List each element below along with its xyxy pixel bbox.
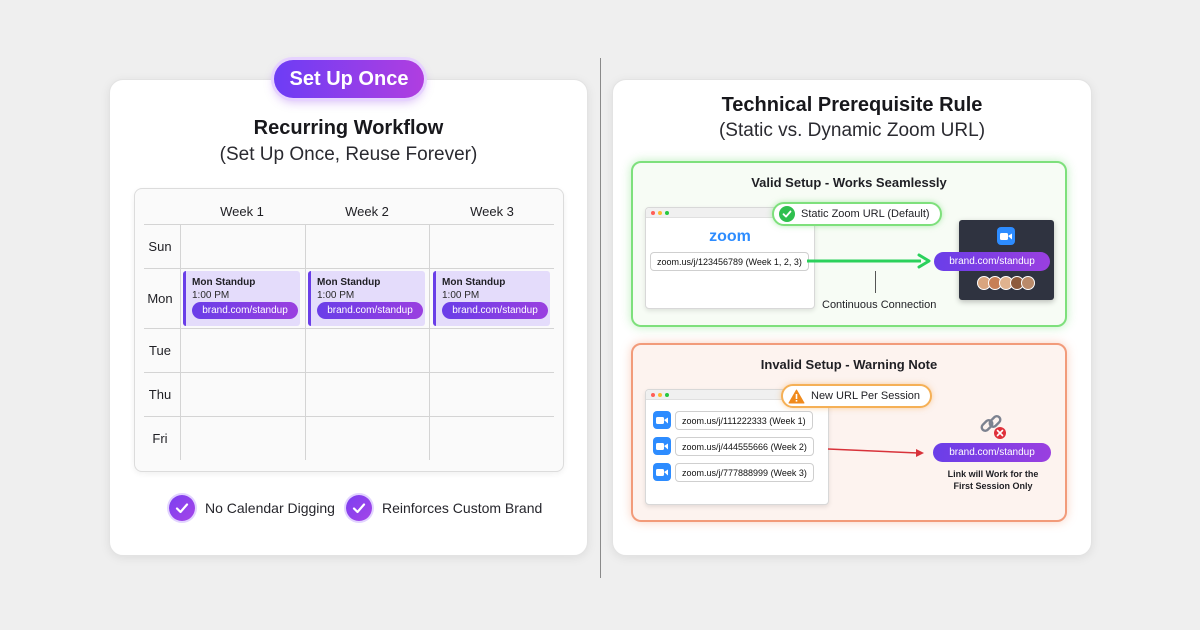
broken-link-icon <box>978 413 1008 446</box>
grid-line <box>144 328 554 329</box>
broken-arrow <box>827 448 924 457</box>
grid-line <box>429 224 430 460</box>
invalid-setup-title: Invalid Setup - Warning Note <box>760 357 938 372</box>
check-icon <box>346 495 372 521</box>
week-header-3: Week 3 <box>470 204 514 219</box>
grid-line <box>144 268 554 269</box>
event-title: Mon Standup <box>192 277 256 288</box>
dynamic-zoom-url-3[interactable]: zoom.us/j/777888999 (Week 3) <box>675 463 814 482</box>
check-icon <box>169 495 195 521</box>
warning-note-line-2: First Session Only <box>953 481 1033 491</box>
static-zoom-url[interactable]: zoom.us/j/123456789 (Week 1, 2, 3) <box>650 252 809 271</box>
dynamic-zoom-url-2[interactable]: zoom.us/j/444555666 (Week 2) <box>675 437 814 456</box>
left-subtitle: (Set Up Once, Reuse Forever) <box>219 144 478 165</box>
day-label-tue: Tue <box>149 343 171 358</box>
maximize-dot <box>665 211 669 215</box>
calendar-grid <box>134 188 564 472</box>
event-title: Mon Standup <box>442 277 506 288</box>
day-label-sun: Sun <box>148 239 172 254</box>
warning-note: Link will Work for the First Session Onl… <box>931 468 1055 492</box>
zoom-logo: zoom <box>709 228 751 245</box>
minimize-dot <box>658 393 662 397</box>
new-url-status: New URL Per Session <box>781 384 933 408</box>
right-title: Technical Prerequisite Rule <box>721 94 983 116</box>
continuous-connection-caption: Continuous Connection <box>822 299 937 311</box>
zoom-video-icon <box>653 437 671 455</box>
event-time: 1:00 PM <box>317 290 355 301</box>
status-label: New URL Per Session <box>811 390 921 402</box>
dynamic-zoom-url-1[interactable]: zoom.us/j/111222333 (Week 1) <box>675 411 813 430</box>
event-title: Mon Standup <box>317 277 381 288</box>
set-up-once-badge: Set Up Once <box>274 60 424 98</box>
feature-no-calendar-digging: No Calendar Digging <box>169 494 335 522</box>
day-label-fri: Fri <box>152 431 168 446</box>
calendar-event-week-1[interactable]: Mon Standup 1:00 PM brand.com/standup <box>183 271 300 326</box>
brand-link-valid[interactable]: brand.com/standup <box>934 252 1050 271</box>
right-subtitle: (Static vs. Dynamic Zoom URL) <box>718 120 986 141</box>
day-label-mon: Mon <box>147 291 173 306</box>
grid-line <box>305 224 306 460</box>
avatar <box>1021 276 1035 290</box>
zoom-video-icon <box>997 227 1015 245</box>
event-link-pill[interactable]: brand.com/standup <box>442 302 548 319</box>
static-url-status: Static Zoom URL (Default) <box>772 202 942 226</box>
event-time: 1:00 PM <box>192 290 230 301</box>
minimize-dot <box>658 211 662 215</box>
left-title: Recurring Workflow <box>253 117 444 139</box>
grid-line <box>144 416 554 417</box>
week-header-2: Week 2 <box>345 204 389 219</box>
status-label: Static Zoom URL (Default) <box>801 208 930 220</box>
warning-note-line-1: Link will Work for the <box>947 469 1039 479</box>
calendar-event-week-2[interactable]: Mon Standup 1:00 PM brand.com/standup <box>308 271 425 326</box>
close-dot <box>651 393 655 397</box>
close-dot <box>651 211 655 215</box>
feature-label: No Calendar Digging <box>205 500 335 516</box>
brand-link-invalid[interactable]: brand.com/standup <box>933 443 1051 462</box>
zoom-video-icon <box>653 463 671 481</box>
calendar-event-week-3[interactable]: Mon Standup 1:00 PM brand.com/standup <box>433 271 550 326</box>
grid-line <box>144 372 554 373</box>
week-header-1: Week 1 <box>220 204 264 219</box>
feature-label: Reinforces Custom Brand <box>382 500 543 516</box>
center-divider <box>600 58 601 578</box>
day-label-thu: Thu <box>148 387 172 402</box>
event-link-pill[interactable]: brand.com/standup <box>192 302 298 319</box>
grid-line <box>144 224 554 225</box>
zoom-video-icon <box>653 411 671 429</box>
valid-setup-title: Valid Setup - Works Seamlessly <box>751 175 947 190</box>
grid-line <box>180 224 181 460</box>
success-arrow <box>807 253 931 269</box>
event-link-pill[interactable]: brand.com/standup <box>317 302 423 319</box>
check-icon <box>779 206 795 222</box>
connector-line <box>875 271 876 293</box>
warning-icon <box>788 389 805 404</box>
feature-reinforces-brand: Reinforces Custom Brand <box>346 494 542 522</box>
maximize-dot <box>665 393 669 397</box>
event-time: 1:00 PM <box>442 290 480 301</box>
